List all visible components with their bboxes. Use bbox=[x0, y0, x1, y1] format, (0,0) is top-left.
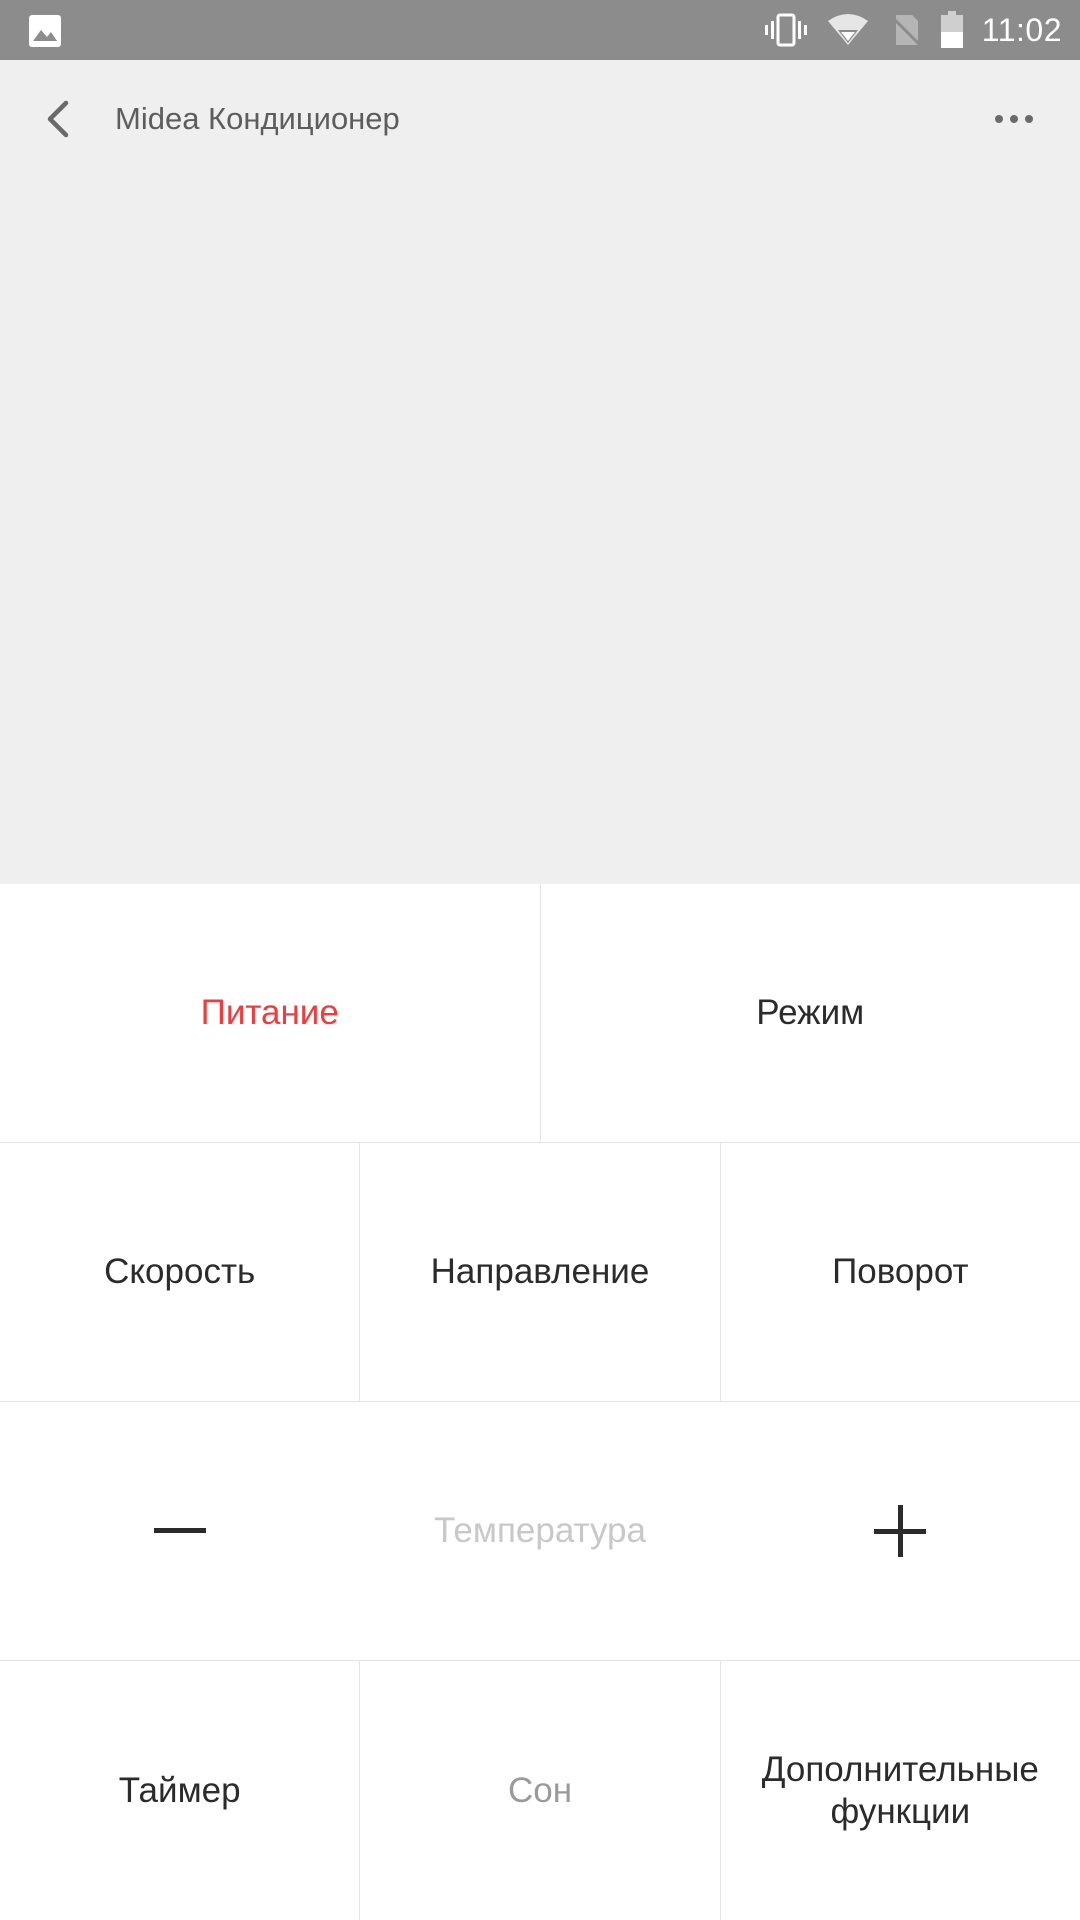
back-button[interactable] bbox=[36, 94, 80, 144]
plus-icon bbox=[874, 1505, 926, 1557]
more-options-button[interactable] bbox=[984, 94, 1044, 144]
device-preview-area: Midea Кондиционер bbox=[0, 60, 1080, 884]
temperature-decrease-button[interactable] bbox=[0, 1402, 360, 1660]
controls-row-4: Таймер Сон Дополнительные функции bbox=[0, 1661, 1080, 1920]
sleep-button[interactable]: Сон bbox=[360, 1661, 721, 1920]
swing-button[interactable]: Поворот bbox=[721, 1143, 1080, 1401]
more-dots-icon bbox=[995, 115, 1033, 123]
controls-row-2: Скорость Направление Поворот bbox=[0, 1143, 1080, 1402]
extra-functions-label-line2: функции bbox=[830, 1791, 971, 1831]
no-sim-icon bbox=[888, 13, 922, 47]
status-time: 11:02 bbox=[981, 11, 1062, 48]
power-button[interactable]: Питание bbox=[0, 884, 541, 1142]
temperature-row: Температура bbox=[0, 1402, 1080, 1661]
mode-button[interactable]: Режим bbox=[541, 884, 1080, 1142]
temperature-increase-button[interactable] bbox=[720, 1402, 1080, 1660]
back-arrow-icon bbox=[47, 100, 69, 138]
controls-panel: Питание Режим Скорость Направление Повор… bbox=[0, 884, 1080, 1920]
speed-button[interactable]: Скорость bbox=[0, 1143, 361, 1401]
vibrate-icon bbox=[764, 13, 808, 47]
temperature-label: Температура bbox=[434, 1511, 646, 1550]
status-bar: 11:02 bbox=[0, 0, 1080, 60]
extra-functions-button[interactable]: Дополнительные функции bbox=[721, 1661, 1080, 1920]
battery-icon bbox=[940, 11, 964, 49]
wifi-icon bbox=[826, 13, 870, 47]
timer-button[interactable]: Таймер bbox=[0, 1661, 361, 1920]
image-notification-icon bbox=[28, 14, 62, 48]
minus-icon bbox=[154, 1528, 206, 1533]
app-header: Midea Кондиционер bbox=[0, 60, 1080, 178]
page-title: Midea Кондиционер bbox=[115, 101, 400, 136]
extra-functions-label-line1: Дополнительные bbox=[761, 1749, 1039, 1789]
direction-button[interactable]: Направление bbox=[360, 1143, 721, 1401]
controls-row-1: Питание Режим bbox=[0, 884, 1080, 1143]
